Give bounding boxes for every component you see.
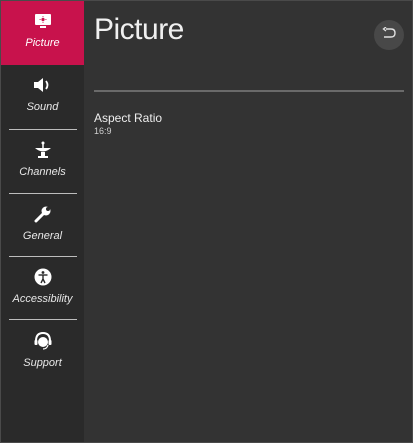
speaker-icon (32, 73, 54, 97)
tv-settings-window: Picture Sound Channels General Accessibi… (0, 0, 413, 443)
sidebar-item-label: Sound (26, 101, 59, 113)
sidebar-item-label: Accessibility (12, 293, 73, 305)
settings-sidebar: Picture Sound Channels General Accessibi… (1, 1, 84, 442)
sidebar-item-label: Channels (19, 166, 66, 178)
sidebar-item-label: Support (23, 357, 62, 369)
back-arrow-icon (382, 26, 396, 44)
sidebar-item-label: Picture (25, 37, 60, 49)
setting-label: Aspect Ratio (94, 111, 163, 125)
title-divider (94, 90, 404, 92)
sidebar-item-picture[interactable]: Picture (1, 1, 84, 65)
sidebar-item-general[interactable]: General (1, 194, 84, 258)
sidebar-item-label: General (22, 230, 63, 242)
sidebar-item-support[interactable]: Support (1, 321, 84, 385)
sidebar-divider (9, 319, 77, 320)
setting-value: 16:9 (94, 126, 112, 136)
page-title: Picture (94, 13, 184, 46)
back-button[interactable] (374, 20, 404, 50)
aspect-ratio-setting[interactable]: Aspect Ratio 16:9 (94, 109, 404, 143)
sidebar-item-channels[interactable]: Channels (1, 130, 84, 194)
satellite-dish-icon (32, 138, 54, 162)
sidebar-item-sound[interactable]: Sound (1, 65, 84, 129)
wrench-icon (32, 202, 54, 226)
sidebar-item-accessibility[interactable]: Accessibility (1, 257, 84, 321)
headset-icon (32, 329, 54, 353)
accessibility-icon (32, 265, 54, 289)
picture-icon (32, 9, 54, 33)
settings-panel: Picture Aspect Ratio 16:9 (84, 1, 412, 442)
